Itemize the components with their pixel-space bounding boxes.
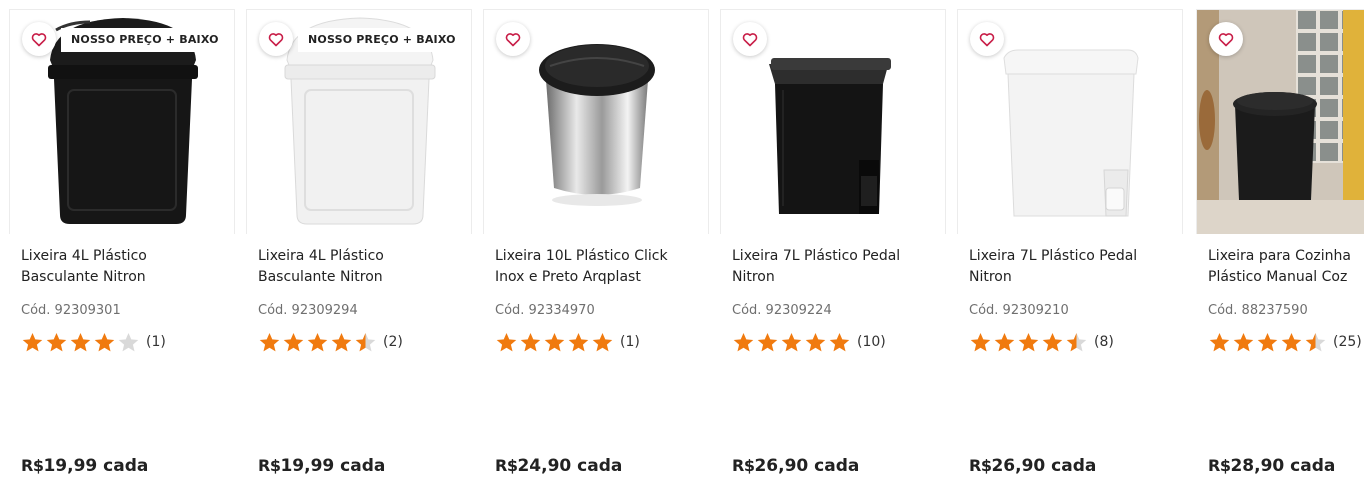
star-full-icon [994, 332, 1015, 352]
star-full-icon [22, 332, 43, 352]
favorite-button[interactable] [259, 22, 293, 56]
rating-stars [969, 331, 1088, 353]
review-count[interactable]: (1) [620, 334, 640, 350]
product-code: Cód. 88237590 [1208, 303, 1308, 318]
review-count[interactable]: (25) [1333, 334, 1362, 350]
product-price: R$26,90 cada [969, 456, 1097, 476]
star-full-icon [1018, 332, 1039, 352]
rating-stars [495, 331, 614, 353]
star-half-icon [1066, 332, 1087, 352]
product-card[interactable]: Lixeira para Cozinha Plástico Manual Coz… [1196, 9, 1364, 482]
star-full-icon [733, 332, 754, 352]
product-title[interactable]: Lixeira 7L Plástico Pedal Nitron [732, 246, 940, 288]
product-title[interactable]: Lixeira 4L Plástico Basculante Nitron [258, 246, 466, 288]
product-code: Cód. 92334970 [495, 303, 595, 318]
star-full-icon [1233, 332, 1254, 352]
star-full-icon [757, 332, 778, 352]
star-full-icon [829, 332, 850, 352]
lowest-price-badge: NOSSO PREÇO + BAIXO [298, 28, 466, 52]
star-full-icon [496, 332, 517, 352]
product-code: Cód. 92309301 [21, 303, 121, 318]
favorite-button[interactable] [496, 22, 530, 56]
heart-icon [31, 32, 47, 46]
star-full-icon [805, 332, 826, 352]
star-full-icon [520, 332, 541, 352]
product-rating: (1) [495, 331, 640, 353]
star-empty-icon [118, 332, 139, 352]
product-code: Cód. 92309224 [732, 303, 832, 318]
product-price: R$26,90 cada [732, 456, 860, 476]
star-half-icon [1305, 332, 1326, 352]
favorite-button[interactable] [1209, 22, 1243, 56]
product-title[interactable]: Lixeira 7L Plástico Pedal Nitron [969, 246, 1177, 288]
star-full-icon [1257, 332, 1278, 352]
heart-icon [1218, 32, 1234, 46]
heart-icon [742, 32, 758, 46]
product-title[interactable]: Lixeira 10L Plástico Click Inox e Preto … [495, 246, 703, 288]
lowest-price-badge: NOSSO PREÇO + BAIXO [61, 28, 229, 52]
star-full-icon [331, 332, 352, 352]
product-rating: (8) [969, 331, 1114, 353]
star-full-icon [70, 332, 91, 352]
star-full-icon [592, 332, 613, 352]
star-full-icon [283, 332, 304, 352]
star-full-icon [259, 332, 280, 352]
star-full-icon [1281, 332, 1302, 352]
star-full-icon [94, 332, 115, 352]
review-count[interactable]: (1) [146, 334, 166, 350]
product-rating: (2) [258, 331, 403, 353]
star-full-icon [307, 332, 328, 352]
product-price: R$24,90 cada [495, 456, 623, 476]
star-full-icon [568, 332, 589, 352]
product-rating: (10) [732, 331, 886, 353]
star-full-icon [544, 332, 565, 352]
favorite-button[interactable] [733, 22, 767, 56]
star-full-icon [1042, 332, 1063, 352]
star-half-icon [355, 332, 376, 352]
rating-stars [732, 331, 851, 353]
product-rating: (1) [21, 331, 166, 353]
heart-icon [979, 32, 995, 46]
product-price: R$19,99 cada [258, 456, 386, 476]
product-code: Cód. 92309294 [258, 303, 358, 318]
product-card[interactable]: NOSSO PREÇO + BAIXO Lixeira 4L Plástico … [246, 9, 472, 482]
rating-stars [258, 331, 377, 353]
product-card[interactable]: Lixeira 7L Plástico Pedal Nitron Cód. 92… [720, 9, 946, 482]
heart-icon [268, 32, 284, 46]
product-card[interactable]: NOSSO PREÇO + BAIXO Lixeira 4L Plástico … [9, 9, 235, 482]
review-count[interactable]: (8) [1094, 334, 1114, 350]
heart-icon [505, 32, 521, 46]
favorite-button[interactable] [22, 22, 56, 56]
review-count[interactable]: (10) [857, 334, 886, 350]
product-card[interactable]: Lixeira 7L Plástico Pedal Nitron Cód. 92… [957, 9, 1183, 482]
review-count[interactable]: (2) [383, 334, 403, 350]
star-full-icon [970, 332, 991, 352]
rating-stars [21, 331, 140, 353]
star-full-icon [46, 332, 67, 352]
product-code: Cód. 92309210 [969, 303, 1069, 318]
product-title[interactable]: Lixeira 4L Plástico Basculante Nitron [21, 246, 229, 288]
favorite-button[interactable] [970, 22, 1004, 56]
product-price: R$19,99 cada [21, 456, 149, 476]
product-price: R$28,90 cada [1208, 456, 1336, 476]
star-full-icon [1209, 332, 1230, 352]
star-full-icon [781, 332, 802, 352]
product-rating: (25) [1208, 331, 1362, 353]
rating-stars [1208, 331, 1327, 353]
product-title[interactable]: Lixeira para Cozinha Plástico Manual Coz [1208, 246, 1364, 288]
product-card[interactable]: Lixeira 10L Plástico Click Inox e Preto … [483, 9, 709, 482]
product-carousel: NOSSO PREÇO + BAIXO Lixeira 4L Plástico … [0, 0, 1364, 482]
